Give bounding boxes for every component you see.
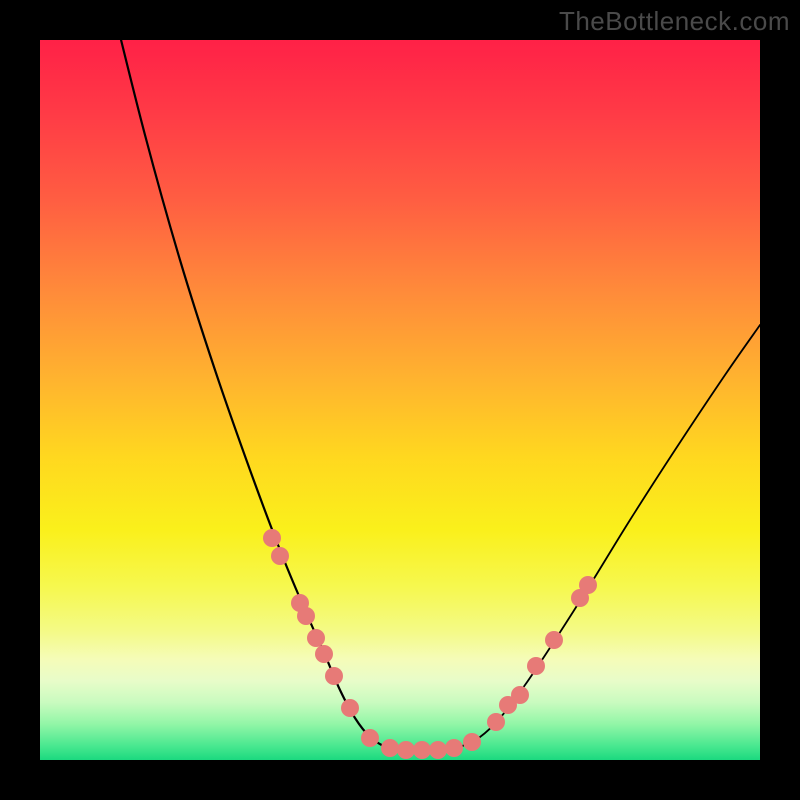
- chart-frame: TheBottleneck.com: [0, 0, 800, 800]
- data-dot: [413, 741, 431, 759]
- data-dot: [527, 657, 545, 675]
- data-dot: [545, 631, 563, 649]
- data-dot: [263, 529, 281, 547]
- curve-right: [460, 325, 760, 747]
- data-dot: [429, 741, 447, 759]
- data-dot: [297, 607, 315, 625]
- data-dot: [315, 645, 333, 663]
- data-dot: [511, 686, 529, 704]
- data-dot: [361, 729, 379, 747]
- scatter-dots: [263, 529, 597, 759]
- data-dot: [397, 741, 415, 759]
- plot-area: [40, 40, 760, 760]
- data-dot: [487, 713, 505, 731]
- data-dot: [381, 739, 399, 757]
- data-dot: [463, 733, 481, 751]
- curve-left: [110, 0, 385, 747]
- watermark-text: TheBottleneck.com: [559, 6, 790, 37]
- data-dot: [341, 699, 359, 717]
- data-dot: [271, 547, 289, 565]
- curve-svg: [40, 40, 760, 760]
- data-dot: [307, 629, 325, 647]
- data-dot: [445, 739, 463, 757]
- data-dot: [579, 576, 597, 594]
- data-dot: [325, 667, 343, 685]
